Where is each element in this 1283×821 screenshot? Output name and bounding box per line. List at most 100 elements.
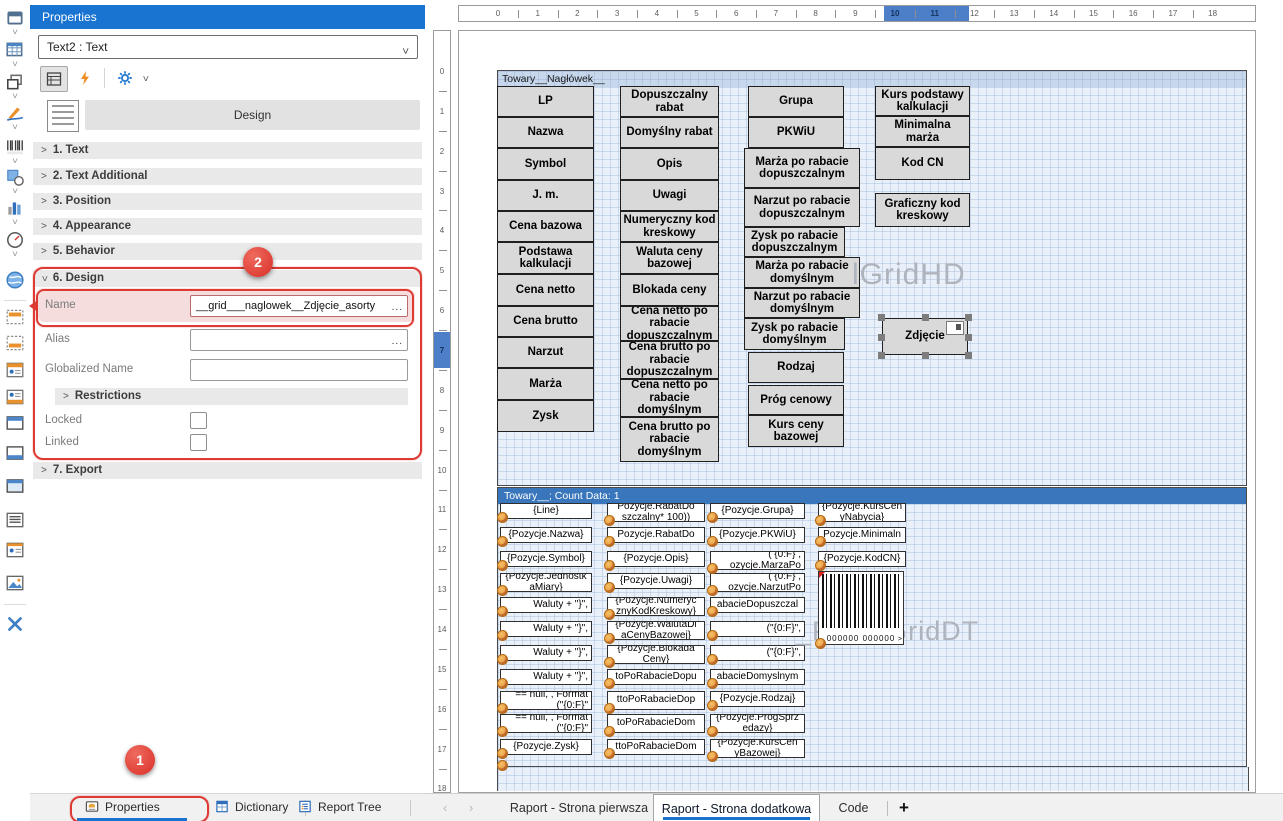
image-component-icon[interactable] xyxy=(5,573,25,593)
section-text[interactable]: >1. Text xyxy=(33,142,422,159)
table-component-icon[interactable] xyxy=(5,40,25,60)
header-cell[interactable]: Kod CN xyxy=(875,147,970,180)
selection-handle[interactable] xyxy=(922,314,929,321)
footer-band-icon[interactable] xyxy=(5,443,25,463)
header-cell[interactable]: Symbol xyxy=(497,148,594,180)
tab-scroll-back[interactable]: ‹ xyxy=(443,794,447,821)
header-cell[interactable]: Zysk po rabacie dopuszczalnym xyxy=(744,227,845,257)
selection-handle[interactable] xyxy=(965,314,972,321)
header-cell[interactable]: Minimalna marża xyxy=(875,116,970,147)
tab-report-tree[interactable]: Report Tree xyxy=(298,794,381,821)
data-cell[interactable]: abacieDomyslnym xyxy=(710,669,805,685)
data-cell[interactable]: == null, , Format("{0:F}" xyxy=(500,714,592,733)
chevron-down-icon[interactable]: > xyxy=(139,76,150,82)
barcode-component-icon[interactable] xyxy=(5,137,25,157)
data-cell[interactable]: {Pozycje.KodCN} xyxy=(818,551,906,567)
chart-component-icon[interactable] xyxy=(5,198,25,218)
tab-scroll-forward[interactable]: › xyxy=(469,794,473,821)
header-cell[interactable]: Cena netto xyxy=(497,274,594,306)
locked-checkbox[interactable] xyxy=(190,412,207,429)
header-cell[interactable]: Cena netto po rabacie domyślnym xyxy=(620,379,719,417)
data-cell[interactable]: == null, , Format("{0:F}" xyxy=(500,691,592,710)
header-cell[interactable]: Kurs podstawy kalkulacji xyxy=(875,86,970,116)
header-cell[interactable]: Kurs ceny bazowej xyxy=(748,415,844,447)
tools-icon[interactable] xyxy=(5,614,25,634)
data-cell[interactable]: ttoPoRabacieDom xyxy=(607,739,705,755)
selection-handle[interactable] xyxy=(878,352,885,359)
header-cell[interactable]: Marża po rabacie dopuszczalnym xyxy=(744,148,860,188)
data-cell[interactable]: {Pozycje.Rodzaj} xyxy=(710,691,805,707)
header-cell[interactable]: Graficzny kod kreskowy xyxy=(875,193,970,227)
section-design[interactable]: >6. Design xyxy=(33,270,422,287)
data-cell[interactable]: {Pozycje.PKWiU} xyxy=(710,527,805,543)
data-cell[interactable]: toPoRabacieDom xyxy=(607,714,705,733)
header-cell[interactable]: Rodzaj xyxy=(748,352,844,383)
header-cell[interactable]: Narzut xyxy=(497,337,594,368)
open-editor-button[interactable]: ... xyxy=(392,298,403,317)
data-cell[interactable]: ( {0:F} ,ozycje.MarzaPo xyxy=(710,551,805,570)
header-cell[interactable]: Opis xyxy=(620,148,719,180)
header-cell[interactable]: Narzut po rabacie dopuszczalnym xyxy=(744,188,860,227)
chevron-expand-icon[interactable]: > xyxy=(10,219,20,229)
header-cell[interactable]: Cena bazowa xyxy=(497,211,594,242)
data-cell[interactable]: {Pozycje.Nazwa} xyxy=(500,527,592,543)
header-cell[interactable]: Cena brutto po rabacie dopuszczalnym xyxy=(620,341,719,379)
events-button[interactable] xyxy=(72,66,98,90)
data-cell[interactable]: Waluty + "}", xyxy=(500,669,592,685)
chevron-expand-icon[interactable]: > xyxy=(10,188,20,198)
data-cell[interactable]: {Pozycje.ProgSprzedazy} xyxy=(710,714,805,733)
header-cell[interactable]: PKWiU xyxy=(748,117,844,148)
data-cell[interactable]: {Line} xyxy=(500,503,592,519)
data-cell[interactable]: Pozycje.Minimaln xyxy=(818,527,906,543)
data-cell[interactable]: ("{0:F}", xyxy=(710,645,805,661)
data-cell[interactable]: Pozycje.RabatDoszczalny* 100)) xyxy=(607,503,705,522)
data-cell[interactable]: {Pozycje.KursCenyBazowej} xyxy=(710,739,805,758)
header-cell[interactable]: Zysk po rabacie domyślnym xyxy=(744,318,845,350)
page-tab-1[interactable]: Raport - Strona pierwsza xyxy=(505,794,653,821)
page-tab-3[interactable]: Code xyxy=(825,794,882,821)
barcode-element[interactable]: 000000 000000 > xyxy=(818,571,904,645)
header-cell[interactable]: Dopuszczalny rabat xyxy=(620,86,719,117)
add-page-button[interactable]: + xyxy=(899,794,909,821)
header-cell[interactable]: Cena netto po rabacie dopuszczalnym xyxy=(620,306,719,341)
data-cell[interactable]: ( {0:F} ,ozycje.NarzutPo xyxy=(710,573,805,592)
header-cell[interactable]: Marża po rabacie domyślnym xyxy=(744,257,860,288)
tab-properties[interactable]: Properties xyxy=(85,794,160,821)
data-cell[interactable]: {Pozycje.WalutaDlaCenyBazowej} xyxy=(607,621,705,640)
data-cell[interactable]: {Pozycje.NumerycznyKodKreskowy} xyxy=(607,597,705,616)
data-cell[interactable]: {Pozycje.Grupa} xyxy=(710,503,805,519)
header-cell[interactable]: Nazwa xyxy=(497,117,594,148)
chevron-expand-icon[interactable]: > xyxy=(10,61,20,71)
header-band-icon[interactable] xyxy=(5,413,25,433)
selection-handle[interactable] xyxy=(965,352,972,359)
panel-component-icon[interactable] xyxy=(5,476,25,496)
data-cell[interactable]: {Pozycje.Uwagi} xyxy=(607,573,705,589)
globalized-name-input[interactable] xyxy=(190,359,408,381)
section-behavior[interactable]: >5. Behavior xyxy=(33,243,422,260)
chevron-expand-icon[interactable]: > xyxy=(10,124,20,134)
header-cell[interactable]: Numeryczny kod kreskowy xyxy=(620,211,719,242)
shape-component-icon[interactable] xyxy=(5,167,25,187)
data-cell[interactable]: ttoPoRabacieDop xyxy=(607,691,705,710)
header-cell[interactable]: Próg cenowy xyxy=(748,385,844,415)
data-cell[interactable]: {Pozycje.KursCenyNabycia} xyxy=(818,503,906,522)
section-position[interactable]: >3. Position xyxy=(33,193,422,210)
gauge-component-icon[interactable] xyxy=(5,230,25,250)
section-restrictions[interactable]: >Restrictions xyxy=(55,388,408,405)
section-textadditional[interactable]: >2. Text Additional xyxy=(33,168,422,185)
settings-button[interactable] xyxy=(112,66,138,90)
page-footer-band-icon[interactable] xyxy=(5,387,25,407)
header-cell[interactable]: J. m. xyxy=(497,180,594,211)
header-cell[interactable]: Zysk xyxy=(497,400,594,432)
data-cell[interactable]: {Pozycje.Symbol} xyxy=(500,551,592,567)
data-cell[interactable]: Waluty + "}", xyxy=(500,621,592,637)
clone-component-icon[interactable] xyxy=(5,72,25,92)
text-object-icon[interactable] xyxy=(5,510,25,530)
category-view-button[interactable] xyxy=(40,66,68,92)
text-component-icon[interactable] xyxy=(5,8,25,28)
selection-handle[interactable] xyxy=(878,334,885,341)
header-cell[interactable]: Marża xyxy=(497,368,594,400)
section-export[interactable]: >7. Export xyxy=(33,462,422,479)
data-cell[interactable]: {Pozycje.Zysk} xyxy=(500,739,592,755)
report-summary-band-icon[interactable] xyxy=(5,333,25,353)
